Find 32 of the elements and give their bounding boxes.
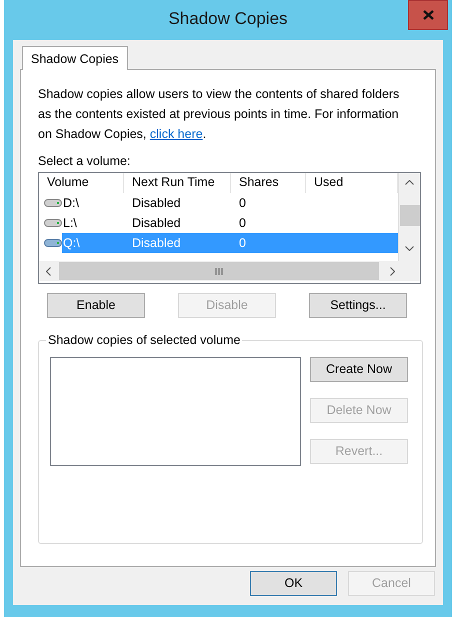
help-link[interactable]: click here [150, 127, 203, 141]
scrollbar-thumb[interactable] [400, 205, 420, 226]
close-button[interactable] [408, 0, 448, 30]
horizontal-scrollbar[interactable] [39, 261, 420, 281]
table-cell-text: Disabled [131, 215, 182, 232]
scroll-down-icon[interactable] [405, 246, 414, 251]
table-cell-text: 0 [238, 215, 247, 232]
grip-icon [215, 268, 223, 274]
dialog-button[interactable]: Create Now [310, 357, 408, 382]
dialog-button[interactable]: Settings... [309, 293, 407, 318]
table-cell-text: Disabled [131, 195, 182, 212]
table-cell-text: 0 [238, 195, 247, 212]
drive-icon [44, 218, 62, 228]
select-volume-label: Select a volume: [38, 154, 132, 168]
dialog-button[interactable]: OK [250, 571, 337, 596]
scroll-right-icon[interactable] [390, 266, 395, 276]
scroll-left-icon[interactable] [46, 266, 51, 276]
scroll-up-icon[interactable] [405, 180, 414, 185]
drive-icon [44, 198, 62, 208]
window-title: Shadow Copies [168, 8, 288, 30]
description-text: Shadow copies allow users to view the contents of shared folders as the contents existed at previous points in time. For information on Shadow Copies, click here. [38, 86, 400, 143]
volume-name[interactable]: L:\ [62, 213, 124, 233]
dialog-button[interactable]: Enable [47, 293, 145, 318]
table-cell: 0 [231, 233, 306, 253]
vertical-scrollbar[interactable] [398, 173, 420, 263]
table-cell: Disabled [124, 233, 231, 253]
drive-icon [44, 238, 62, 248]
group-title: Shadow copies of selected volume [46, 332, 242, 348]
volume-name[interactable]: D:\ [62, 193, 124, 213]
close-icon [422, 10, 434, 20]
tab[interactable]: Shadow Copies [22, 46, 128, 70]
scrollbar-thumb[interactable] [59, 262, 379, 280]
